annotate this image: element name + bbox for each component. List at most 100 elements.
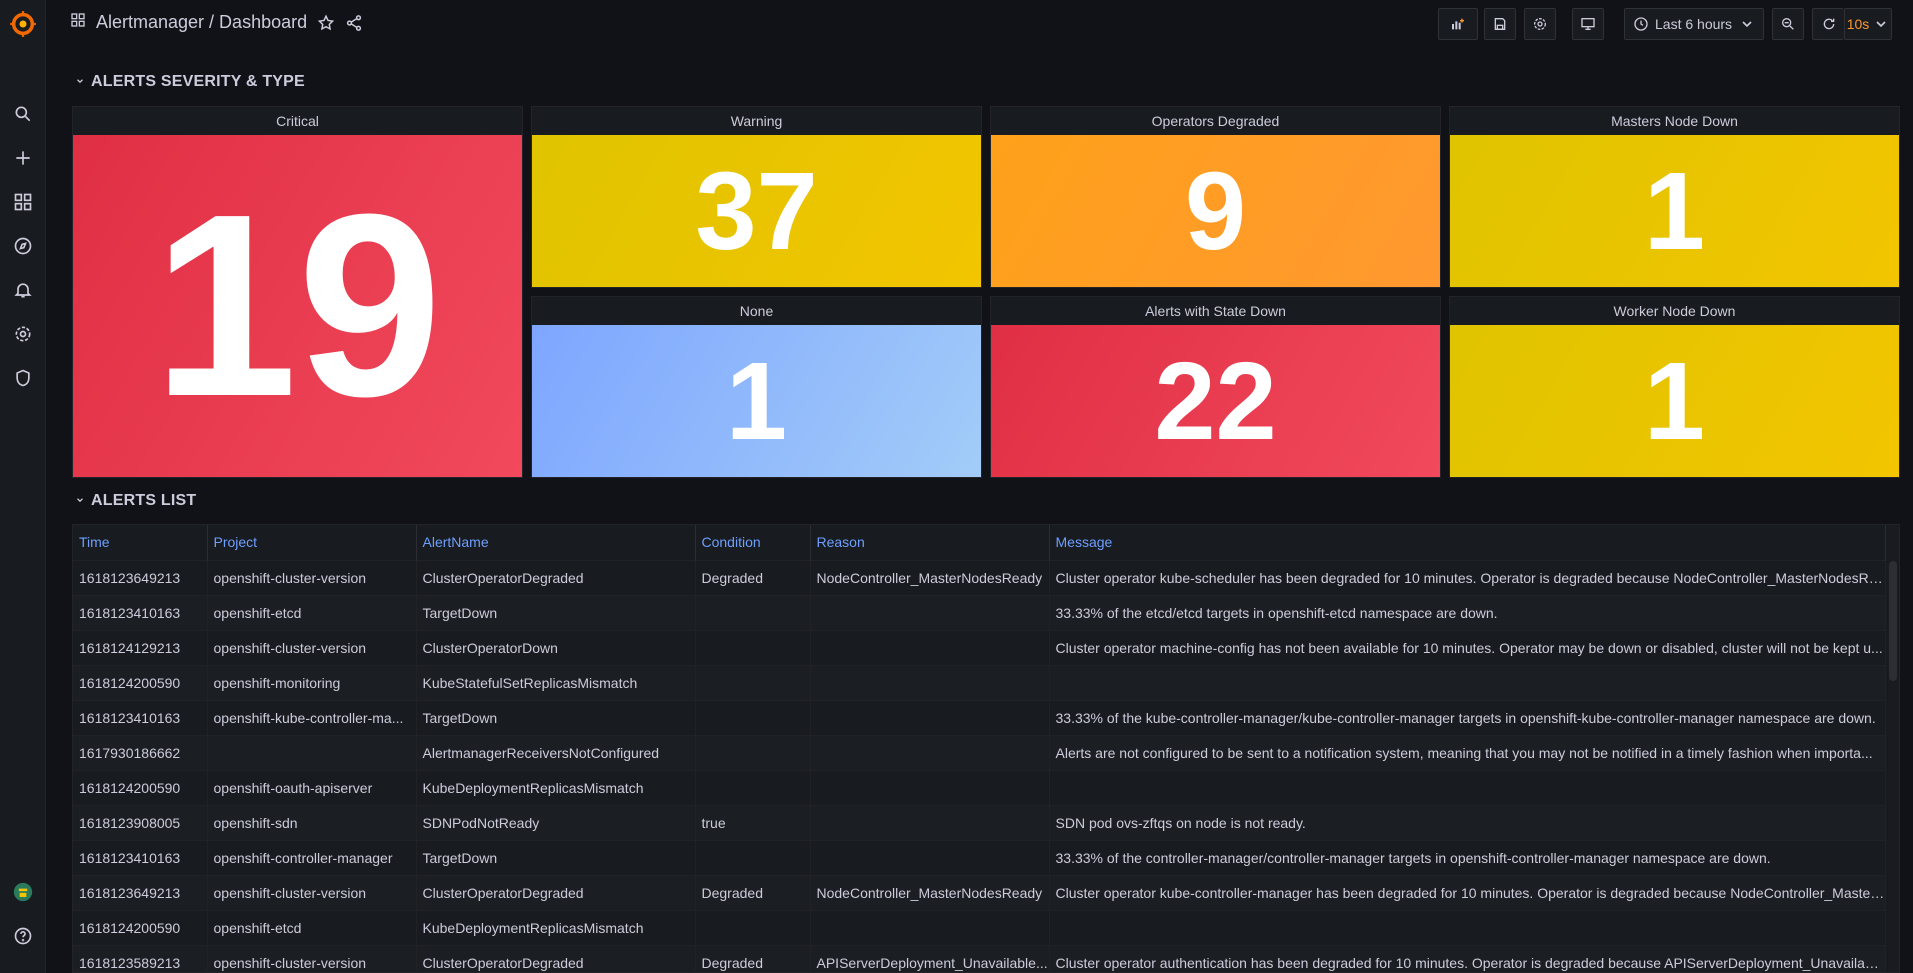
table-cell-time: 1618123649213 [73,559,208,595]
add-panel-button[interactable] [1438,8,1478,40]
table-scrollbar[interactable] [1889,561,1897,681]
table-cell-reason: NodeController_MasterNodesReady [810,874,1050,910]
time-range-picker[interactable]: Last 6 hours [1624,8,1764,40]
table-cell-alertname: AlertmanagerReceiversNotConfigured [416,734,696,770]
table-cell-time: 1618124200590 [73,909,208,945]
table-cell-condition [695,734,811,770]
table-row[interactable]: 1618123649213 openshift-cluster-version Cl… [73,874,1886,910]
share-icon[interactable] [345,14,363,32]
table-cell-message: Alerts are not configured to be sent to … [1049,734,1886,770]
table-cell-reason [810,734,1050,770]
table-cell-alertname: KubeDeploymentReplicasMismatch [416,769,696,805]
stat-panel-warning: Warning 37 [531,106,982,288]
stat-value: 1 [1450,325,1899,477]
alerts-table: Time Project AlertName Condition Reason Messa… [73,525,1886,972]
stat-title: None [739,302,774,319]
table-row[interactable]: 1618124200590 openshift-etcd KubeDeploymen… [73,909,1886,945]
chevron-down-icon [1739,16,1755,32]
table-cell-project: openshift-monitoring [207,664,417,700]
table-cell-condition [695,839,811,875]
create-icon[interactable] [0,140,46,176]
table-cell-project: openshift-etcd [207,594,417,630]
table-cell-alertname: TargetDown [416,594,696,630]
table-row[interactable]: 1617930186662 AlertmanagerReceiversNotCon… [73,734,1886,770]
dashboard-settings-button[interactable] [1524,8,1556,40]
stat-value: 19 [73,135,522,477]
help-icon[interactable] [0,918,46,954]
table-row[interactable]: 1618123410163 openshift-controller-manage… [73,839,1886,875]
stat-value: 9 [991,135,1440,287]
table-cell-alertname: KubeStatefulSetReplicasMismatch [416,664,696,700]
server-admin-shield-icon[interactable] [0,360,46,396]
table-cell-time: 1618124200590 [73,769,208,805]
time-range-label: Last 6 hours [1655,16,1733,32]
stat-title: Alerts with State Down [1145,302,1286,319]
cycle-view-mode-button[interactable] [1572,8,1604,40]
star-icon[interactable] [317,14,335,32]
table-cell-project: openshift-cluster-version [207,559,417,595]
chevron-down-icon [75,76,85,89]
table-row[interactable]: 1618123589213 openshift-cluster-version Cl… [73,944,1886,972]
table-cell-reason: APIServerDeployment_Unavailable... [810,944,1050,972]
stat-title: Critical [276,112,319,129]
table-cell-condition [695,629,811,665]
stat-title: Warning [730,112,783,129]
alerts-table-panel: Time Project AlertName Condition Reason Messa… [72,524,1900,973]
table-cell-alertname: ClusterOperatorDegraded [416,559,696,595]
table-row[interactable]: 1618123410163 openshift-etcd TargetDown 33.… [73,594,1886,630]
row-severity-title[interactable]: ALERTS SEVERITY & TYPE [75,73,305,91]
user-avatar[interactable] [0,874,46,910]
table-cell-reason [810,594,1050,630]
grafana-logo-icon[interactable] [0,6,46,42]
table-row[interactable]: 1618124129213 openshift-cluster-version Cl… [73,629,1886,665]
explore-compass-icon[interactable] [0,228,46,264]
save-dashboard-button[interactable] [1484,8,1516,40]
table-cell-reason [810,839,1050,875]
zoom-out-button[interactable] [1772,8,1804,40]
table-cell-message: Cluster operator kube-scheduler has been… [1049,559,1886,595]
table-cell-project: openshift-cluster-version [207,944,417,972]
table-cell-message [1049,909,1886,945]
refresh-button[interactable] [1812,8,1844,40]
table-cell-reason [810,664,1050,700]
dashboard-grid-icon [70,12,86,33]
table-cell-message [1049,769,1886,805]
page-title[interactable]: Alertmanager / Dashboard [96,12,307,33]
table-cell-reason: NodeController_MasterNodesReady [810,559,1050,595]
table-row[interactable]: 1618123410163 openshift-kube-controller-m… [73,699,1886,735]
refresh-interval-picker[interactable]: 10s [1844,8,1892,40]
table-cell-time: 1618123649213 [73,874,208,910]
column-header-project[interactable]: Project [207,525,417,560]
table-cell-alertname: SDNPodNotReady [416,804,696,840]
table-cell-message [1049,664,1886,700]
configuration-gear-icon[interactable] [0,316,46,352]
row-list-title[interactable]: ALERTS LIST [75,492,196,510]
table-cell-project: openshift-kube-controller-ma... [207,699,417,735]
stat-panel-alerts-state-down: Alerts with State Down 22 [990,296,1441,478]
table-cell-reason [810,629,1050,665]
stat-panel-masters-node-down: Masters Node Down 1 [1449,106,1900,288]
table-cell-time: 1618124129213 [73,629,208,665]
stat-title: Worker Node Down [1613,302,1736,319]
table-cell-project: openshift-oauth-apiserver [207,769,417,805]
column-header-message[interactable]: Message [1049,525,1886,560]
dashboards-icon[interactable] [0,184,46,220]
table-cell-reason [810,804,1050,840]
table-cell-alertname: ClusterOperatorDegraded [416,874,696,910]
column-header-condition[interactable]: Condition [695,525,811,560]
column-header-time[interactable]: Time [73,525,208,560]
table-row[interactable]: 1618124200590 openshift-monitoring KubeSta… [73,664,1886,700]
table-row[interactable]: 1618124200590 openshift-oauth-apiserver Ku… [73,769,1886,805]
stat-panel-critical: Critical 19 [72,106,523,478]
column-header-reason[interactable]: Reason [810,525,1050,560]
chevron-down-icon [75,495,85,508]
table-row[interactable]: 1618123649213 openshift-cluster-version Cl… [73,559,1886,595]
table-cell-project: openshift-sdn [207,804,417,840]
search-icon[interactable] [0,96,46,132]
alerting-bell-icon[interactable] [0,272,46,308]
table-cell-message: 33.33% of the kube-controller-manager/ku… [1049,699,1886,735]
stat-value: 1 [1450,135,1899,287]
column-header-alertname[interactable]: AlertName [416,525,696,560]
table-row[interactable]: 1618123908005 openshift-sdn SDNPodNotReady… [73,804,1886,840]
table-cell-project [207,734,417,770]
